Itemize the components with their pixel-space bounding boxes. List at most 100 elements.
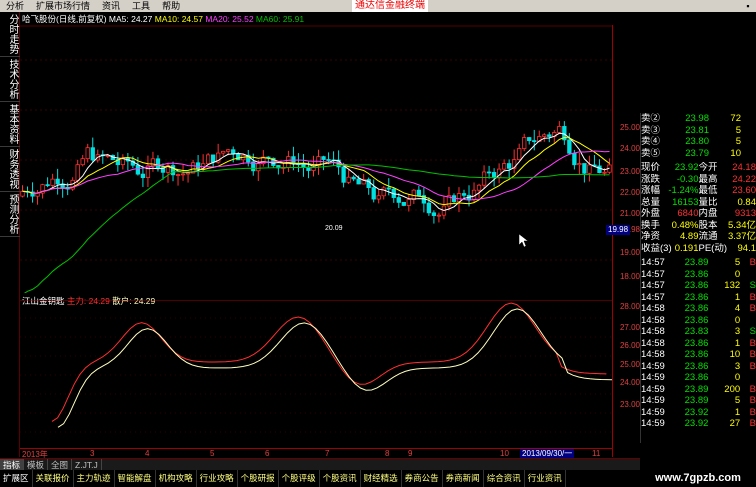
quote-cell <box>740 372 756 384</box>
menu-item-ext-market[interactable]: 扩展市场行情 <box>30 0 96 12</box>
mouse-cursor-icon <box>519 234 529 248</box>
quote-cell <box>740 315 756 327</box>
candle-down <box>532 140 537 143</box>
quote-cell: 净资 <box>641 231 661 242</box>
vtab-intraday[interactable]: 分时走势 <box>0 12 20 57</box>
vtab-financial[interactable]: 财务透视 <box>0 147 20 192</box>
quote-cell: 14:58 <box>641 314 665 326</box>
candle-up <box>50 178 55 186</box>
candle-up <box>226 149 231 152</box>
candle-down <box>567 139 572 154</box>
quote-cell: 3 <box>734 326 741 337</box>
quote-cell: 14:59 <box>641 360 665 372</box>
status-tab[interactable]: 关联报价 <box>33 470 74 487</box>
quote-cell: 14:59 <box>641 395 665 406</box>
quote-cell: 23.86 <box>684 349 709 360</box>
tick-row: 14:59 23.89 5 B <box>641 395 756 407</box>
quote-cell: 卖⑤ <box>641 147 661 159</box>
candle-down <box>486 171 492 174</box>
tick-row: 14:57 23.86 132 S <box>641 280 756 292</box>
tab-fullview[interactable]: 全图 <box>48 459 73 470</box>
candle-up <box>256 163 261 172</box>
ma60-line <box>23 164 610 293</box>
quote-cell: B <box>749 383 756 395</box>
quote-cell: 最高 <box>698 173 718 185</box>
status-tab[interactable]: 行业资讯 <box>525 470 566 487</box>
candle-up <box>542 134 547 137</box>
candle-down <box>426 202 432 214</box>
candle-down <box>572 152 577 166</box>
candle-down <box>401 201 406 206</box>
ad-banner[interactable]: 通达信金融终端 <box>352 0 428 12</box>
menu-item-analysis[interactable]: 分析 <box>0 0 30 12</box>
status-tab[interactable]: 个股评级 <box>279 470 320 487</box>
candle-up <box>406 199 411 206</box>
indicator-chart[interactable] <box>20 300 612 448</box>
ma10-label: MA10: 24.57 <box>154 14 203 24</box>
vtab-forecast[interactable]: 预测分析 <box>0 192 20 237</box>
status-tab[interactable]: 财经精选 <box>361 470 402 487</box>
menu-item-info[interactable]: 资讯 <box>96 0 126 12</box>
status-tab[interactable]: 智能解盘 <box>115 470 156 487</box>
quote-cell: S <box>749 280 756 291</box>
stat-row: 涨幅 -1.24% 最低 23.60 <box>641 185 756 197</box>
candle-up <box>557 126 562 133</box>
candle-up <box>602 171 607 174</box>
quote-cell: 10 <box>729 349 741 360</box>
stat-row: 换手 0.48% 股本 5.34亿 <box>641 220 756 232</box>
quote-cell: 总量 <box>641 196 661 208</box>
quote-cell: 14:58 <box>641 349 665 360</box>
quote-cell: 23.86 <box>684 372 709 383</box>
price-tag: 19.98 <box>606 225 631 235</box>
retail-line <box>57 308 612 428</box>
candle-up <box>346 176 351 183</box>
status-tabs: 扩展区 关联报价 主力轨迹 智能解盘 机构攻略 行业攻略 个股研报 个股评级 个股资讯 财经精选券… <box>0 470 640 487</box>
quote-cell: 4 <box>734 303 741 314</box>
quote-cell: 72 <box>730 113 741 124</box>
menu-item-tools[interactable]: 工具 <box>126 0 156 12</box>
candle-down <box>326 159 331 161</box>
status-tab[interactable]: 机构攻略 <box>156 470 197 487</box>
indicator-tick-label: 23.00 <box>619 400 640 409</box>
date-tick-label: 4 <box>145 449 150 458</box>
stat-row: 总量 16153 量比 0.84 <box>641 197 756 209</box>
status-tab[interactable]: 券商新闻 <box>443 470 484 487</box>
tab-template[interactable]: 模板 <box>24 459 49 470</box>
price-tick-label: 21.00 <box>619 209 640 218</box>
status-tab[interactable]: 行业攻略 <box>197 470 238 487</box>
date-tick-label: 7 <box>325 449 330 458</box>
quote-cell: 23.92 <box>674 162 699 173</box>
candle-down <box>386 187 391 190</box>
candle-down <box>371 187 376 200</box>
quote-cell: 14:57 <box>641 291 665 303</box>
status-tab[interactable]: 个股研报 <box>238 470 279 487</box>
quote-cell: 涨跌 <box>641 173 661 185</box>
status-tab[interactable]: 扩展区 <box>0 470 33 487</box>
status-tab[interactable]: 券商公告 <box>402 470 443 487</box>
status-tab[interactable]: 个股资讯 <box>320 470 361 487</box>
candle-down <box>231 149 236 155</box>
candle-down <box>396 197 401 203</box>
window-control-icon[interactable]: ▪ <box>740 0 756 12</box>
quote-cell: 24.22 <box>732 173 756 185</box>
price-axis: 25.0024.0023.0022.0021.0019.9819.0018.00… <box>612 25 642 457</box>
stat-row: 现价 23.92 今开 24.18 <box>641 162 756 174</box>
quote-cell: 5 <box>734 257 741 268</box>
vtab-technical[interactable]: 技术分析 <box>0 57 20 102</box>
ask-row: 卖③ 23.81 5 <box>641 125 756 137</box>
candle-up <box>522 137 527 149</box>
tab-indicator[interactable]: 指标 <box>0 459 25 470</box>
candlestick-chart[interactable]: 20.09 <box>20 25 612 293</box>
bottom-tabs: 指标 模板 全图 Z.JT.J <box>0 458 640 470</box>
candle-up <box>205 154 211 165</box>
quote-cell: 23.89 <box>684 257 709 268</box>
vtab-fundamentals[interactable]: 基本资料 <box>0 102 20 147</box>
tick-row: 14:59 23.92 27 B <box>641 418 756 430</box>
quote-cell: 23.83 <box>684 326 709 337</box>
menu-item-help[interactable]: 帮助 <box>156 0 186 12</box>
tab-zjtj[interactable]: Z.JT.J <box>72 459 102 470</box>
status-tab[interactable]: 综合资讯 <box>484 470 525 487</box>
indicator-tick-label: 28.00 <box>619 302 640 311</box>
status-tab[interactable]: 主力轨迹 <box>74 470 115 487</box>
tick-row: 14:59 23.89 200 B <box>641 384 756 396</box>
